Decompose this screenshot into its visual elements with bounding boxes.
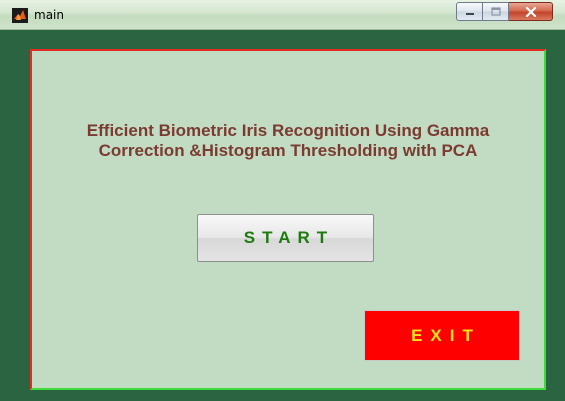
minimize-icon bbox=[465, 12, 474, 15]
main-panel: Efficient Biometric Iris Recognition Usi… bbox=[30, 49, 546, 390]
caption-buttons bbox=[456, 2, 553, 22]
close-button[interactable] bbox=[509, 2, 553, 21]
matlab-icon bbox=[12, 8, 28, 23]
maximize-button[interactable] bbox=[483, 2, 509, 21]
close-icon bbox=[525, 6, 536, 17]
window-title: main bbox=[34, 8, 64, 22]
minimize-button[interactable] bbox=[456, 2, 483, 21]
exit-button[interactable]: EXIT bbox=[364, 310, 520, 361]
start-button[interactable]: START bbox=[197, 214, 374, 262]
title-bar[interactable]: main bbox=[0, 0, 565, 30]
main-window: main Efficient Biometric Iris Recognitio… bbox=[0, 0, 565, 401]
maximize-icon bbox=[490, 7, 501, 16]
app-heading: Efficient Biometric Iris Recognition Usi… bbox=[86, 121, 490, 160]
